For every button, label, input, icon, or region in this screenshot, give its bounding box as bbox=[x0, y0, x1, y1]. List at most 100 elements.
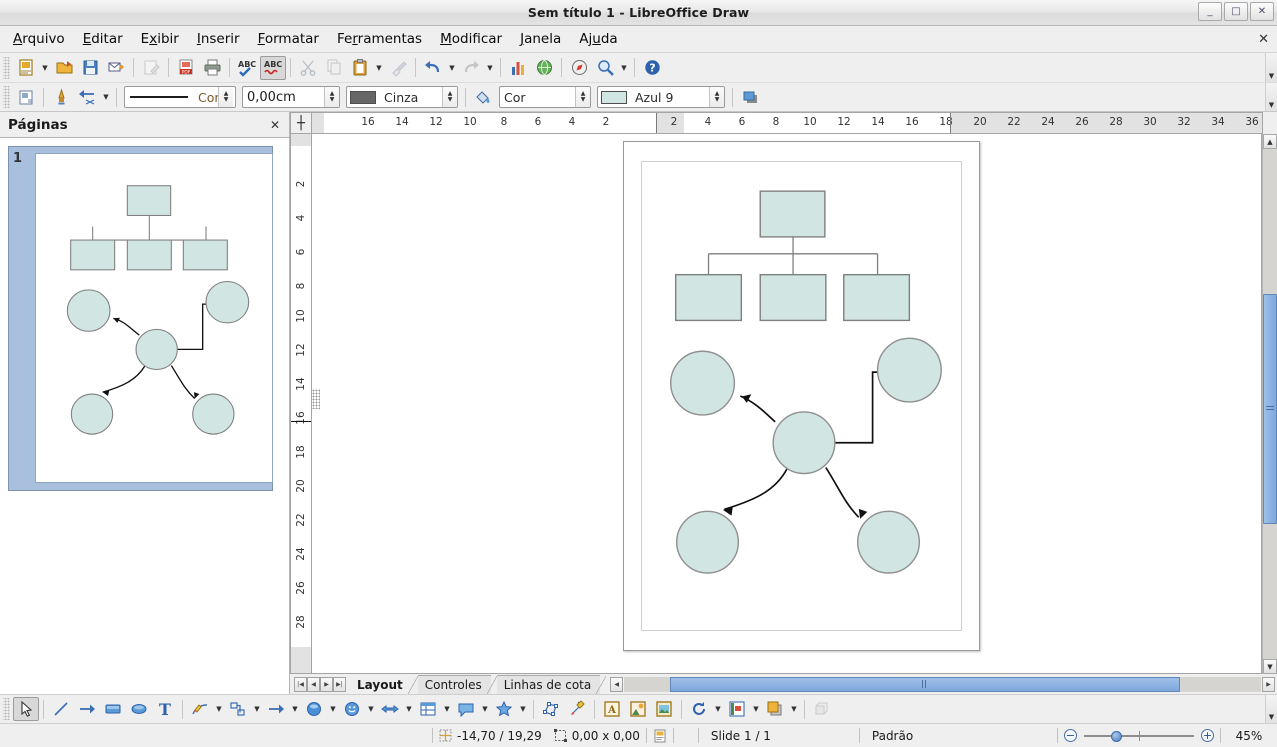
line-style-spinner[interactable]: ▲▼ bbox=[218, 87, 233, 107]
open-document-button[interactable] bbox=[51, 56, 77, 80]
arrange-tool-button[interactable] bbox=[762, 697, 788, 721]
page-thumbnail-1[interactable]: 1 bbox=[8, 146, 273, 491]
insert-chart-button[interactable] bbox=[505, 56, 531, 80]
menu-arquivo[interactable]: Arquivo bbox=[4, 27, 74, 51]
area-fill-combo[interactable]: Azul 9 ▲▼ bbox=[597, 86, 725, 108]
panel-splitter-handle[interactable] bbox=[312, 389, 320, 409]
text-tool-button[interactable]: T bbox=[152, 697, 178, 721]
curve-tool-button[interactable] bbox=[187, 697, 213, 721]
select-tool-button[interactable] bbox=[13, 697, 39, 721]
zoom-button[interactable] bbox=[592, 56, 618, 80]
copy-button[interactable] bbox=[321, 56, 347, 80]
gallery-button[interactable] bbox=[651, 697, 677, 721]
block-arrows-tool-button[interactable] bbox=[377, 697, 403, 721]
first-page-button[interactable]: |◀ bbox=[294, 677, 307, 692]
paste-button[interactable] bbox=[347, 56, 373, 80]
line-tool-button[interactable] bbox=[48, 697, 74, 721]
zoom-in-button[interactable]: + bbox=[1201, 729, 1214, 742]
pages-panel-close-icon[interactable]: ✕ bbox=[270, 118, 280, 132]
basic-shapes-tool-button[interactable] bbox=[301, 697, 327, 721]
edit-mode-button[interactable] bbox=[138, 56, 164, 80]
toolbar-grip[interactable] bbox=[3, 57, 10, 79]
line-width-field[interactable]: 0,00cm ▲▼ bbox=[242, 86, 340, 108]
zoom-slider-knob[interactable] bbox=[1111, 731, 1122, 742]
close-document-icon[interactable]: ✕ bbox=[1258, 32, 1269, 47]
arrange-tool-dropdown[interactable]: ▼ bbox=[788, 697, 800, 721]
arrow-style-button[interactable] bbox=[74, 85, 100, 109]
zoom-slider[interactable] bbox=[1084, 729, 1194, 743]
area-style-dialog-button[interactable] bbox=[470, 85, 496, 109]
line-style-combo[interactable]: Cor ▲▼ bbox=[124, 86, 236, 108]
menu-formatar[interactable]: Formatar bbox=[249, 27, 328, 51]
vertical-scrollbar[interactable]: ▲ ▼ bbox=[1262, 134, 1277, 674]
rotate-tool-dropdown[interactable]: ▼ bbox=[712, 697, 724, 721]
toolbar-grip[interactable] bbox=[3, 86, 10, 108]
paste-dropdown[interactable]: ▼ bbox=[373, 56, 385, 80]
spelling-button[interactable]: ABC bbox=[234, 56, 260, 80]
rotate-tool-button[interactable] bbox=[686, 697, 712, 721]
horizontal-scroll-track[interactable] bbox=[624, 677, 1261, 692]
close-button[interactable]: ✕ bbox=[1250, 2, 1274, 21]
block-arrows-dropdown[interactable]: ▼ bbox=[403, 697, 415, 721]
menu-exibir[interactable]: Exibir bbox=[132, 27, 188, 51]
zoom-control[interactable]: − + bbox=[1058, 727, 1220, 745]
vertical-scroll-track[interactable] bbox=[1263, 149, 1277, 659]
new-document-dropdown[interactable]: ▼ bbox=[39, 56, 51, 80]
insert-image-button[interactable] bbox=[625, 697, 651, 721]
flowchart-shapes-dropdown[interactable]: ▼ bbox=[441, 697, 453, 721]
menu-ajuda[interactable]: Ajuda bbox=[570, 27, 626, 51]
scroll-left-button[interactable]: ◀ bbox=[610, 677, 623, 692]
line-color-combo[interactable]: Cinza ▲▼ bbox=[346, 86, 458, 108]
shadow-toggle-button[interactable] bbox=[737, 85, 763, 109]
cut-button[interactable] bbox=[295, 56, 321, 80]
area-style-spinner[interactable]: ▲▼ bbox=[575, 87, 590, 107]
menu-inserir[interactable]: Inserir bbox=[188, 27, 249, 51]
last-page-button[interactable]: ▶| bbox=[333, 677, 346, 692]
drawing-canvas[interactable] bbox=[312, 134, 1262, 674]
points-tool-button[interactable] bbox=[538, 697, 564, 721]
layer-tab-controles[interactable]: Controles bbox=[418, 675, 491, 694]
menu-editar[interactable]: Editar bbox=[74, 27, 132, 51]
next-page-button[interactable]: ▶ bbox=[320, 677, 333, 692]
line-fill-toolbar-overflow[interactable]: ▼ bbox=[1265, 83, 1277, 111]
email-document-button[interactable] bbox=[103, 56, 129, 80]
stars-shapes-tool-button[interactable] bbox=[491, 697, 517, 721]
align-tool-button[interactable] bbox=[724, 697, 750, 721]
callout-shapes-tool-button[interactable] bbox=[453, 697, 479, 721]
print-button[interactable] bbox=[199, 56, 225, 80]
drawing-page[interactable] bbox=[623, 141, 980, 651]
zoom-out-button[interactable]: − bbox=[1064, 729, 1077, 742]
zoom-level-section[interactable]: 45% bbox=[1221, 727, 1277, 745]
area-fill-spinner[interactable]: ▲▼ bbox=[709, 87, 724, 107]
extrusion-tool-button[interactable] bbox=[809, 697, 835, 721]
fontwork-tool-button[interactable]: A bbox=[599, 697, 625, 721]
help-button[interactable]: ? bbox=[639, 56, 665, 80]
insert-image-map-button[interactable] bbox=[531, 56, 557, 80]
new-document-button[interactable] bbox=[13, 56, 39, 80]
symbol-shapes-tool-button[interactable] bbox=[339, 697, 365, 721]
undo-button[interactable] bbox=[420, 56, 446, 80]
document-modified-section[interactable] bbox=[647, 727, 673, 745]
layer-tab-layout[interactable]: Layout bbox=[350, 675, 412, 694]
menu-modificar[interactable]: Modificar bbox=[431, 27, 511, 51]
horizontal-ruler[interactable]: 16 14 12 10 8 6 4 2 2 4 6 8 10 12 14 16 bbox=[312, 112, 1263, 134]
line-style-dialog-button[interactable] bbox=[48, 85, 74, 109]
menu-janela[interactable]: Janela bbox=[511, 27, 570, 51]
line-arrow-end-tool-button[interactable] bbox=[74, 697, 100, 721]
scroll-right-button[interactable]: ▶ bbox=[1262, 677, 1275, 692]
rectangle-tool-button[interactable] bbox=[100, 697, 126, 721]
export-pdf-button[interactable]: PDF bbox=[173, 56, 199, 80]
save-document-button[interactable] bbox=[77, 56, 103, 80]
undo-dropdown[interactable]: ▼ bbox=[446, 56, 458, 80]
basic-shapes-dropdown[interactable]: ▼ bbox=[327, 697, 339, 721]
page-properties-button[interactable] bbox=[13, 85, 39, 109]
line-width-spinner[interactable]: ▲▼ bbox=[324, 87, 339, 107]
arrow-style-dropdown[interactable]: ▼ bbox=[100, 85, 112, 109]
horizontal-scroll-thumb[interactable] bbox=[670, 677, 1180, 692]
vertical-ruler[interactable]: 2 4 6 8 10 12 14 16 18 20 22 24 26 28 bbox=[290, 134, 312, 674]
redo-button[interactable] bbox=[458, 56, 484, 80]
zoom-dropdown[interactable]: ▼ bbox=[618, 56, 630, 80]
lines-and-arrows-dropdown[interactable]: ▼ bbox=[289, 697, 301, 721]
standard-toolbar-overflow[interactable]: ▼ bbox=[1265, 53, 1277, 82]
scroll-down-button[interactable]: ▼ bbox=[1263, 659, 1277, 674]
